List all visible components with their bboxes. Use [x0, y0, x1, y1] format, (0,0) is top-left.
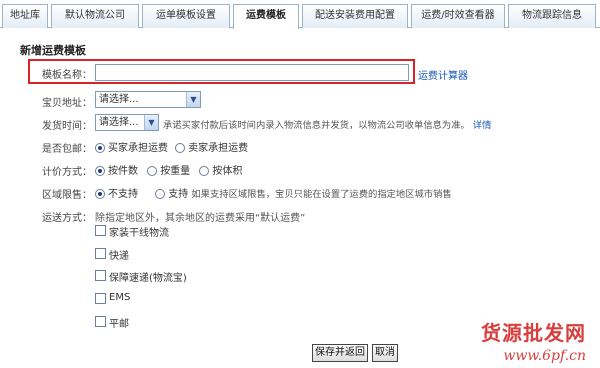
watermark-logo: 货源批发网 [481, 321, 586, 345]
pricing-by-count-label: 按件数 [108, 166, 138, 177]
location-select[interactable]: 请选择... ▼ [95, 91, 201, 108]
delivery-ems-checkbox[interactable] [95, 293, 106, 304]
free-shipping-buyer-label: 买家承担运费 [108, 143, 168, 154]
region-limit-hint: 如果支持区域限售，宝贝只能在设置了运费的指定地区城市销售 [191, 189, 452, 200]
ship-time-select-value: 请选择... [99, 117, 139, 128]
tab-waybill-template[interactable]: 运单模板设置 [142, 4, 230, 28]
chevron-down-icon: ▼ [186, 92, 200, 107]
ship-time-label: 发货时间： [42, 121, 92, 132]
ship-time-hint-text: 承诺买家付款后该时间内录入物流信息并发货，以物流公司收单信息为准。 [163, 120, 470, 131]
ship-time-detail-link[interactable]: 详情 [473, 120, 492, 131]
region-limit-supported-radio[interactable] [155, 189, 166, 199]
pricing-by-count-radio[interactable] [95, 166, 105, 176]
pricing-by-volume-radio[interactable] [199, 166, 210, 176]
delivery-label: 运送方式： [42, 213, 92, 224]
tab-freight-template[interactable]: 运费模板 [233, 4, 299, 29]
ship-time-select[interactable]: 请选择... ▼ [95, 114, 159, 131]
template-name-label: 模板名称： [42, 70, 92, 81]
delivery-express-label: 快递 [109, 251, 129, 262]
cancel-button[interactable]: 取消 [372, 344, 398, 362]
tab-delivery-install-fee[interactable]: 配送安装费用配置 [302, 4, 408, 28]
free-shipping-label: 是否包邮： [42, 144, 92, 155]
free-shipping-options: 买家承担运费 卖家承担运费 [95, 139, 248, 154]
tab-default-carrier[interactable]: 默认物流公司 [51, 4, 139, 28]
form-heading: 新增运费模板 [20, 44, 86, 57]
free-shipping-seller-radio[interactable] [175, 143, 186, 153]
tab-address-library[interactable]: 地址库 [2, 4, 48, 28]
delivery-hint: 除指定地区外，其余地区的运费采用“默认运费” [95, 213, 306, 224]
chevron-down-icon: ▼ [144, 115, 158, 130]
delivery-ems-label: EMS [109, 292, 131, 303]
delivery-guaranteed-checkbox[interactable] [95, 270, 106, 281]
location-select-value: 请选择... [99, 94, 139, 105]
region-limit-supported-label: 支持 [168, 189, 189, 200]
region-limit-options: 不支持 支持 如果支持区域限售，宝贝只能在设置了运费的指定地区城市销售 [95, 185, 452, 200]
pricing-by-weight-radio[interactable] [147, 166, 158, 176]
pricing-options: 按件数 按重量 按体积 [95, 162, 242, 177]
location-label: 宝贝地址： [42, 98, 92, 109]
ship-time-hint: 承诺买家付款后该时间内录入物流信息并发货，以物流公司收单信息为准。 详情 [163, 117, 491, 131]
delivery-guaranteed-label: 保障速递(物流宝) [109, 273, 187, 284]
pricing-by-volume-label: 按体积 [212, 166, 243, 177]
pricing-by-weight-label: 按重量 [160, 166, 191, 177]
freight-calculator-link[interactable]: 运费计算器 [418, 67, 468, 82]
delivery-surface-mail-label: 平邮 [109, 319, 129, 330]
free-shipping-seller-label: 卖家承担运费 [188, 143, 249, 154]
free-shipping-buyer-radio[interactable] [95, 143, 105, 153]
tab-logistics-tracking[interactable]: 物流跟踪信息 [508, 4, 596, 28]
tab-bar: 地址库 默认物流公司 运单模板设置 运费模板 配送安装费用配置 运费/时效查看器… [0, 0, 600, 29]
pricing-label: 计价方式： [42, 167, 92, 178]
delivery-surface-mail-checkbox[interactable] [95, 316, 106, 327]
tab-freight-viewer[interactable]: 运费/时效查看器 [411, 4, 505, 28]
template-name-input[interactable] [95, 64, 409, 81]
delivery-home-furnishing-checkbox[interactable] [95, 225, 106, 236]
region-limit-unsupported-label: 不支持 [108, 189, 138, 200]
delivery-express-checkbox[interactable] [95, 248, 106, 259]
region-limit-unsupported-radio[interactable] [95, 189, 105, 199]
watermark-url: www.6pf.cn [503, 348, 586, 364]
delivery-home-furnishing-label: 家装干线物流 [109, 228, 169, 239]
region-limit-label: 区域限售： [42, 190, 92, 201]
save-and-return-button[interactable]: 保存并返回 [312, 344, 368, 362]
